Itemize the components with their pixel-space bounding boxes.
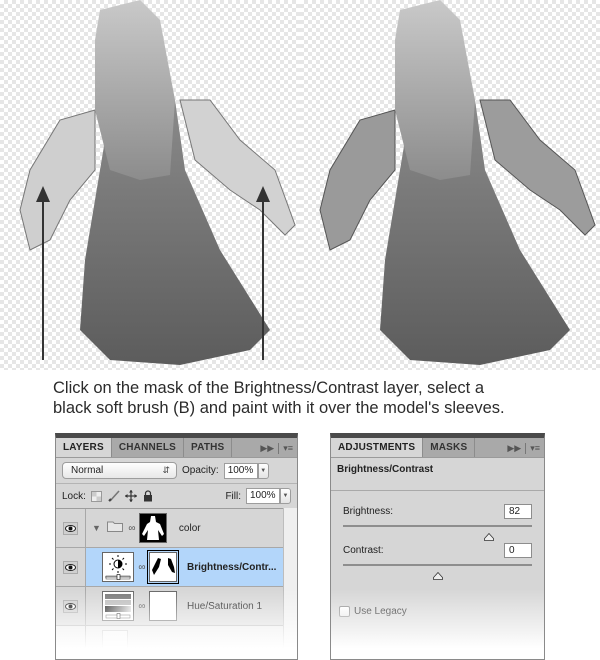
brightness-slider[interactable] <box>343 525 532 541</box>
layers-panel-tabbar: LAYERS CHANNELS PATHS ▶▶ ▾≡ <box>56 438 297 458</box>
layers-list: ▼ ∞ color ∞ Brightness/Contr... ∞ Hue/Sa… <box>56 508 297 659</box>
layer-name: Hue/Saturation 1 <box>187 600 263 612</box>
model-silhouette-after <box>319 0 596 365</box>
layer-row-partial[interactable] <box>56 626 297 659</box>
caption-line-2: black soft brush (B) and paint with it o… <box>53 399 505 417</box>
brightness-slider-thumb[interactable] <box>483 528 494 541</box>
layers-panel: LAYERS CHANNELS PATHS ▶▶ ▾≡ Normal ⇵ Opa… <box>55 433 298 660</box>
after-image <box>300 0 600 370</box>
contrast-label: Contrast: <box>343 544 384 556</box>
lock-transparency-icon[interactable] <box>91 490 103 502</box>
folder-icon <box>106 519 123 537</box>
layer-row-hue-saturation[interactable]: ∞ Hue/Saturation 1 <box>56 587 297 626</box>
link-icon[interactable]: ∞ <box>137 562 147 573</box>
contrast-slider[interactable] <box>343 564 532 580</box>
instruction-caption: Click on the mask of the Brightness/Cont… <box>53 378 593 418</box>
layer-name: Brightness/Contr... <box>187 561 277 573</box>
eye-icon[interactable] <box>63 599 78 613</box>
layer-thumbnail[interactable] <box>102 630 128 659</box>
blend-mode-value: Normal <box>71 465 104 476</box>
lock-all-padlock-icon[interactable] <box>142 490 154 502</box>
use-legacy-checkbox[interactable] <box>339 606 350 617</box>
eye-icon[interactable] <box>63 560 78 574</box>
group-mask-thumbnail[interactable] <box>138 513 167 543</box>
adjustment-title: Brightness/Contrast <box>331 458 544 491</box>
separator <box>525 442 527 454</box>
double-arrow-icon[interactable]: ▶▶ <box>507 443 521 454</box>
layer-mask-thumbnail[interactable] <box>149 591 177 621</box>
arrow-left-sleeve <box>36 186 50 360</box>
fill-dropdown-button[interactable]: ▼ <box>280 488 291 504</box>
eye-icon[interactable] <box>63 521 78 535</box>
lock-pixels-brush-icon[interactable] <box>108 490 120 502</box>
tab-masks[interactable]: MASKS <box>423 438 476 457</box>
tab-paths[interactable]: PATHS <box>184 438 233 457</box>
updown-chevron-icon: ⇵ <box>162 465 170 475</box>
tab-layers[interactable]: LAYERS <box>56 438 112 457</box>
link-icon[interactable]: ∞ <box>127 523 137 534</box>
brightness-contrast-adjustment-icon[interactable] <box>102 552 134 582</box>
model-silhouette-before <box>19 0 296 365</box>
opacity-field[interactable]: 100% <box>223 462 258 479</box>
before-image <box>0 0 300 370</box>
lock-label: Lock: <box>62 490 86 502</box>
contrast-field[interactable]: 0 <box>504 542 532 558</box>
separator <box>278 442 280 454</box>
tab-adjustments[interactable]: ADJUSTMENTS <box>331 438 424 457</box>
layers-scrollbar[interactable] <box>283 508 297 659</box>
contrast-slider-thumb[interactable] <box>432 567 443 580</box>
fill-field[interactable]: 100% <box>246 488 280 504</box>
layer-mask-thumbnail-selected[interactable] <box>147 550 179 584</box>
arrow-right-sleeve <box>256 186 270 360</box>
lock-position-move-icon[interactable] <box>124 490 137 502</box>
panel-menu-icon[interactable]: ▾≡ <box>283 443 293 454</box>
opacity-dropdown-button[interactable]: ▼ <box>257 462 269 479</box>
expand-triangle-icon[interactable]: ▼ <box>92 523 101 533</box>
hue-saturation-adjustment-icon[interactable] <box>102 591 134 621</box>
fill-label: Fill: <box>225 490 241 502</box>
layer-row-color-group[interactable]: ▼ ∞ color <box>56 509 297 548</box>
panel-menu-icon[interactable]: ▾≡ <box>530 443 540 454</box>
use-legacy-label: Use Legacy <box>354 606 407 617</box>
adjustments-panel: ADJUSTMENTS MASKS ▶▶ ▾≡ Brightness/Contr… <box>330 433 545 660</box>
blend-mode-select[interactable]: Normal ⇵ <box>62 462 177 479</box>
layer-row-brightness-contrast[interactable]: ∞ Brightness/Contr... <box>56 548 297 587</box>
tab-channels[interactable]: CHANNELS <box>112 438 185 457</box>
brightness-label: Brightness: <box>343 505 394 517</box>
caption-line-1: Click on the mask of the Brightness/Cont… <box>53 379 485 397</box>
double-arrow-icon[interactable]: ▶▶ <box>260 443 274 454</box>
link-icon[interactable]: ∞ <box>137 601 147 612</box>
adjustments-panel-tabbar: ADJUSTMENTS MASKS ▶▶ ▾≡ <box>331 438 544 458</box>
opacity-label: Opacity: <box>182 465 219 476</box>
layer-name: color <box>178 522 201 534</box>
brightness-field[interactable]: 82 <box>504 503 532 519</box>
